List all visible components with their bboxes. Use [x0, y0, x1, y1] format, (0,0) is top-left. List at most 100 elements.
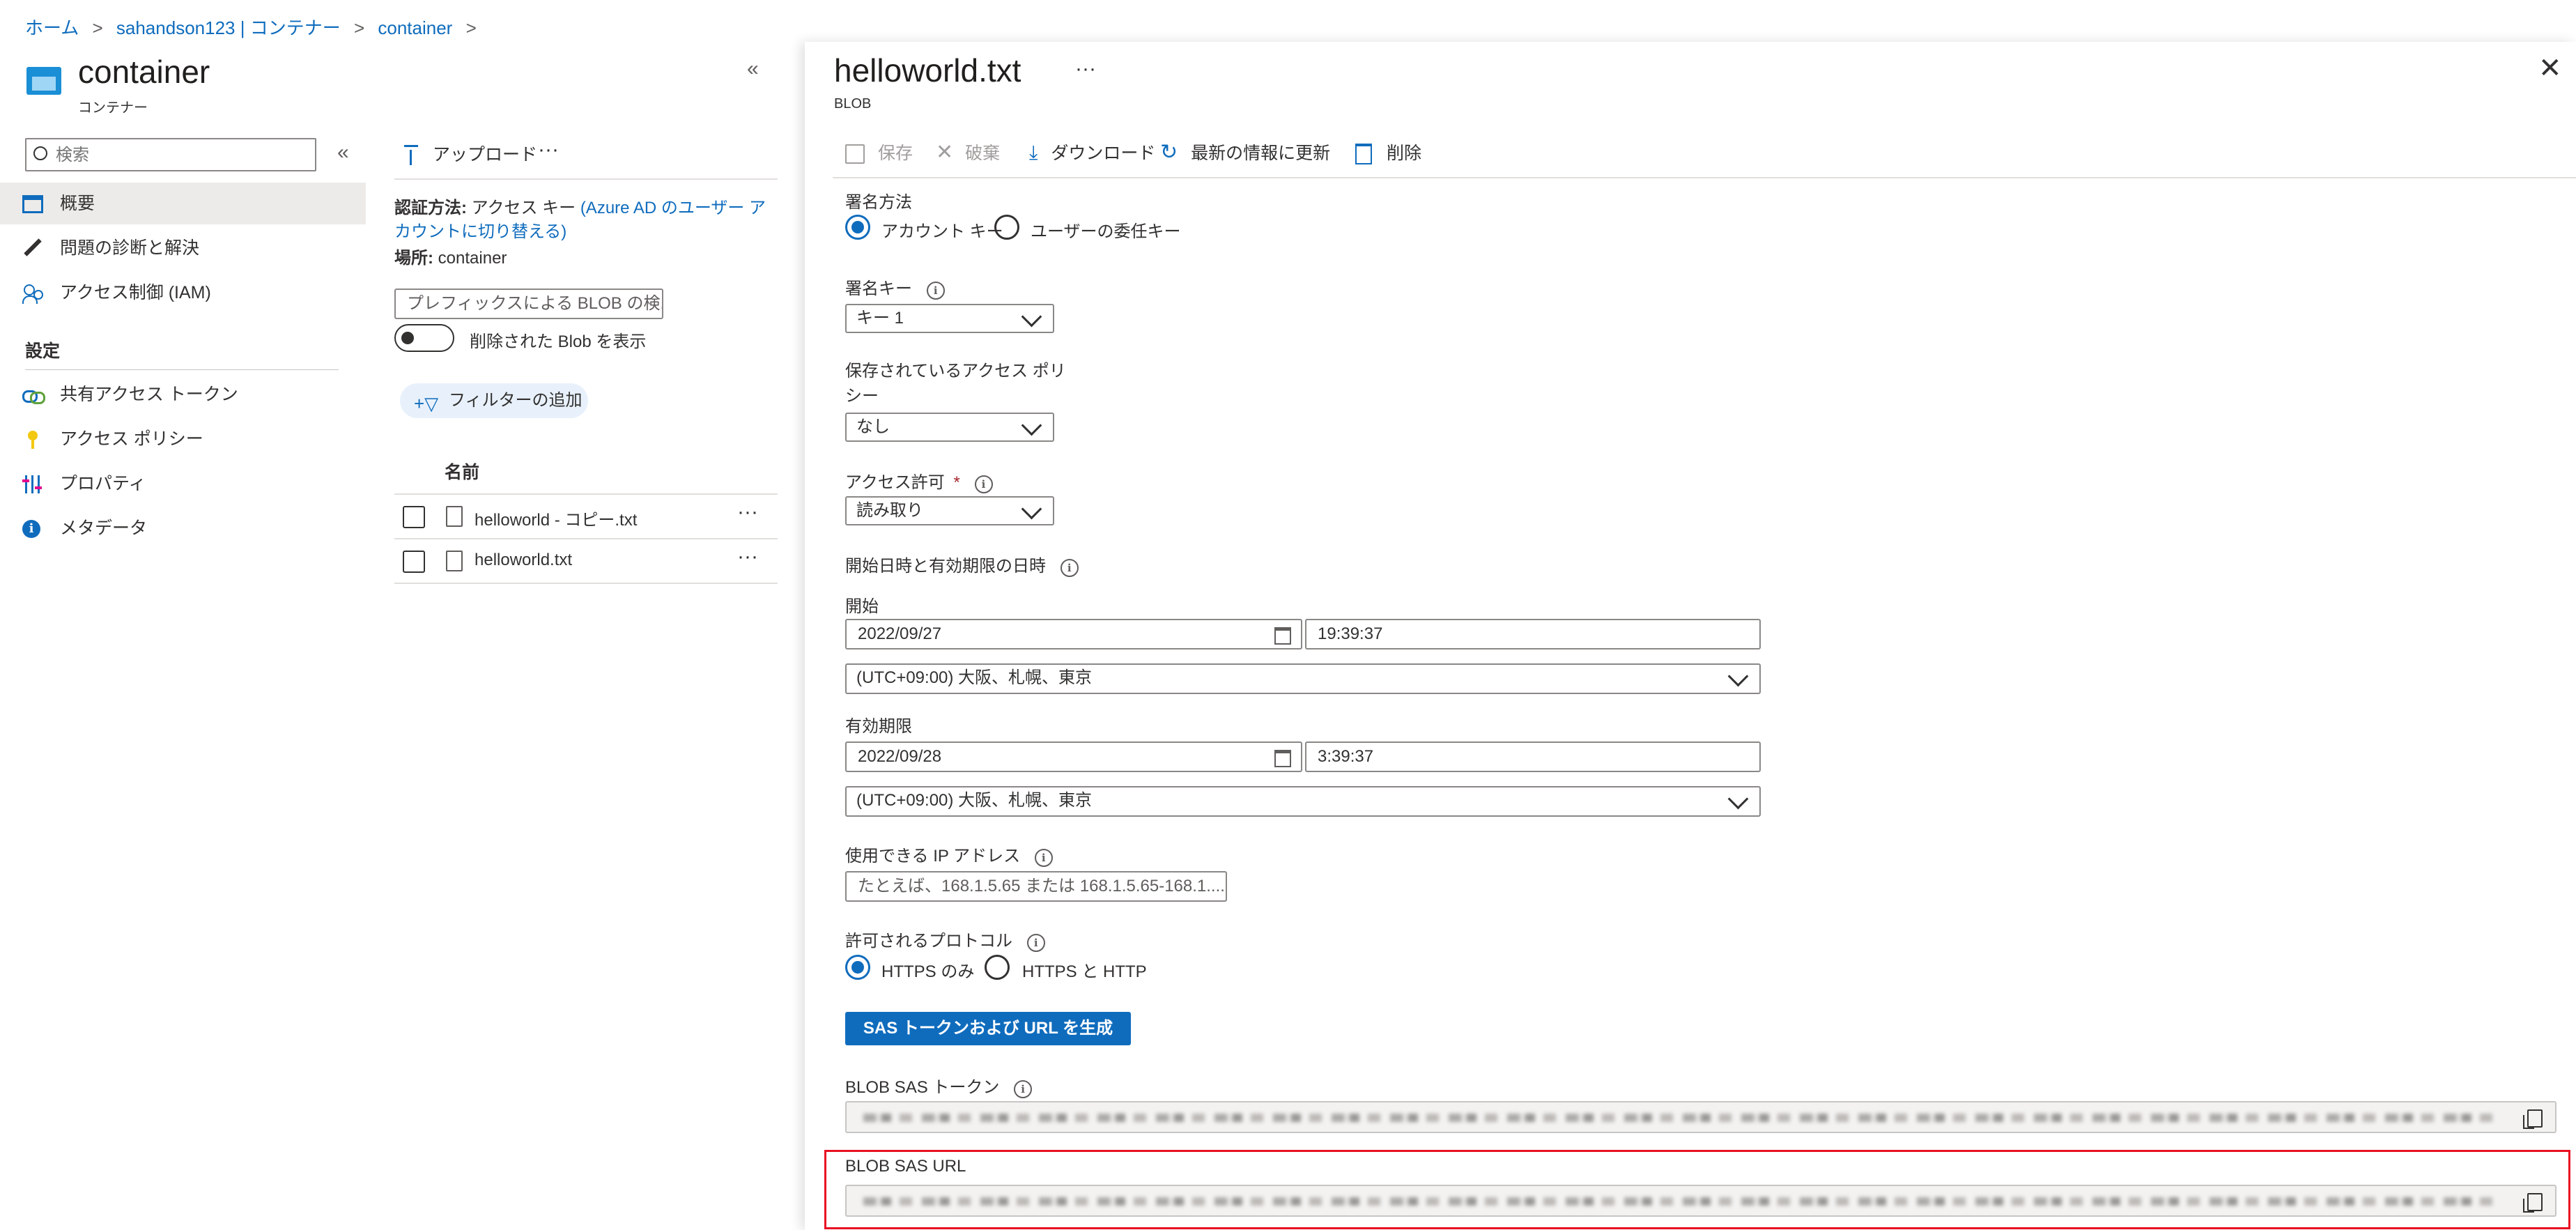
- link-icon: [22, 386, 45, 404]
- breadcrumb-home[interactable]: ホーム: [25, 17, 79, 38]
- generate-sas-button[interactable]: SAS トークンおよび URL を生成: [845, 1012, 1131, 1045]
- info-icon[interactable]: i: [1026, 934, 1045, 952]
- radio-https-and-http[interactable]: [985, 955, 1010, 980]
- discard-icon: ✕: [936, 141, 954, 164]
- copy-icon[interactable]: [2523, 1109, 2543, 1129]
- row-more-button[interactable]: ···: [737, 500, 758, 524]
- refresh-button[interactable]: ↻ 最新の情報に更新: [1160, 139, 1330, 164]
- start-label: 開始: [845, 597, 879, 616]
- info-icon[interactable]: i: [1034, 849, 1053, 867]
- signing-method-label: 署名方法: [845, 193, 912, 212]
- signing-key-label: 署名キー i: [845, 275, 945, 300]
- breadcrumb-storage-account[interactable]: sahandson123 | コンテナー: [116, 17, 341, 38]
- radio-account-key-label: アカウント キー: [881, 222, 1003, 241]
- copy-icon[interactable]: [2523, 1193, 2543, 1213]
- upload-label: アップロード: [432, 145, 537, 164]
- ip-label: 使用できる IP アドレス i: [845, 842, 1053, 867]
- sas-token-field[interactable]: [845, 1101, 2556, 1133]
- chevron-down-icon: [1021, 306, 1042, 328]
- wrench-icon: [24, 238, 42, 256]
- refresh-label: 最新の情報に更新: [1191, 144, 1331, 163]
- search-input[interactable]: [54, 144, 308, 167]
- protocol-label: 許可されるプロトコル i: [845, 927, 1045, 952]
- sidebar-item-iam[interactable]: アクセス制御 (IAM): [0, 272, 366, 314]
- blob-name[interactable]: helloworld.txt: [475, 551, 572, 570]
- expiry-time-input[interactable]: 3:39:37: [1305, 741, 1761, 772]
- chevron-down-icon: [1727, 788, 1749, 810]
- sas-url-field[interactable]: [845, 1185, 2556, 1217]
- auth-label: 認証方法:: [394, 199, 467, 217]
- file-icon: [446, 551, 463, 571]
- start-time-input[interactable]: 19:39:37: [1305, 619, 1761, 649]
- delete-button[interactable]: 削除: [1355, 139, 1421, 165]
- close-icon[interactable]: ✕: [2538, 54, 2562, 82]
- radio-https-only[interactable]: [845, 955, 870, 980]
- chevron-down-icon: [1021, 498, 1042, 520]
- info-icon[interactable]: i: [1014, 1080, 1033, 1098]
- row-more-button[interactable]: ···: [737, 545, 758, 569]
- add-filter-button[interactable]: +▽ フィルターの追加: [400, 383, 588, 418]
- toggle-knob: [401, 332, 414, 344]
- blob-name[interactable]: helloworld - コピー.txt: [475, 506, 637, 530]
- table-row[interactable]: helloworld - コピー.txt ···: [394, 495, 778, 539]
- row-checkbox[interactable]: [403, 506, 425, 528]
- permissions-text: アクセス許可: [845, 473, 945, 492]
- sidebar-search[interactable]: [25, 138, 316, 171]
- expiry-date-input[interactable]: 2022/09/28: [845, 741, 1302, 772]
- radio-https-only-label: HTTPS のみ: [881, 962, 975, 981]
- download-icon: ⤓: [1029, 141, 1038, 163]
- auth-value: アクセス キー: [471, 199, 576, 217]
- sidebar-item-metadata[interactable]: i メタデータ: [0, 507, 366, 549]
- save-button[interactable]: 保存: [845, 139, 913, 164]
- panel-more-button[interactable]: ···: [1075, 57, 1096, 81]
- save-icon: [845, 144, 865, 164]
- info-icon[interactable]: i: [1060, 559, 1079, 577]
- show-deleted-toggle[interactable]: [394, 324, 454, 352]
- chevron-right-icon: >: [353, 17, 365, 38]
- sidebar-item-label: 概要: [60, 194, 95, 213]
- calendar-icon: [1274, 627, 1291, 645]
- toolbar-divider: [833, 177, 2576, 178]
- collapse-blade-icon[interactable]: «: [747, 57, 759, 81]
- chevron-down-icon: [1727, 666, 1749, 687]
- stored-policy-select[interactable]: なし: [845, 413, 1054, 442]
- info-icon[interactable]: i: [974, 475, 993, 493]
- table-row[interactable]: helloworld.txt ···: [394, 539, 778, 584]
- protocol-text: 許可されるプロトコル: [845, 932, 1012, 951]
- upload-button[interactable]: アップロード: [404, 141, 537, 167]
- row-checkbox[interactable]: [403, 551, 425, 573]
- panel-title: helloworld.txt: [834, 52, 1021, 89]
- expiry-timezone-select[interactable]: (UTC+09:00) 大阪、札幌、東京: [845, 786, 1761, 817]
- sidebar-item-access-policy[interactable]: アクセス ポリシー: [0, 418, 366, 460]
- sidebar-item-shared-access-token[interactable]: 共有アクセス トークン: [0, 374, 366, 415]
- collapse-sidebar-icon[interactable]: «: [337, 141, 349, 164]
- permissions-select[interactable]: 読み取り: [845, 496, 1054, 525]
- panel-subtitle: BLOB: [834, 96, 872, 112]
- stored-policy-label-line1: 保存されているアクセス ポリ: [845, 362, 1066, 380]
- radio-account-key[interactable]: [845, 215, 870, 240]
- list-more-button[interactable]: ···: [538, 138, 559, 162]
- signing-key-select[interactable]: キー 1: [845, 304, 1054, 333]
- sidebar-item-properties[interactable]: プロパティ: [0, 463, 366, 505]
- info-icon[interactable]: i: [926, 282, 945, 300]
- sidebar-item-label: アクセス ポリシー: [60, 429, 203, 449]
- ip-input[interactable]: たとえば、168.1.5.65 または 168.1.5.65-168.1....: [845, 871, 1227, 902]
- upload-icon: [404, 144, 418, 167]
- prefix-search-input[interactable]: プレフィックスによる BLOB の検...: [394, 289, 663, 319]
- download-button[interactable]: ⤓ ダウンロード: [1029, 139, 1155, 164]
- sidebar-item-label: 問題の診断と解決: [60, 238, 200, 258]
- chevron-down-icon: [1021, 415, 1042, 436]
- breadcrumb-container[interactable]: container: [378, 17, 452, 38]
- discard-label: 破棄: [965, 144, 1001, 163]
- properties-icon: [22, 475, 43, 493]
- start-timezone-select[interactable]: (UTC+09:00) 大阪、札幌、東京: [845, 663, 1761, 694]
- start-date-input[interactable]: 2022/09/27: [845, 619, 1302, 649]
- radio-user-delegation-key[interactable]: [994, 215, 1019, 240]
- sidebar-item-label: 共有アクセス トークン: [60, 385, 238, 404]
- auth-method: 認証方法: アクセス キー (Azure AD のユーザー アカウントに切り替え…: [394, 197, 778, 244]
- sidebar-item-overview[interactable]: 概要: [0, 183, 366, 224]
- discard-button[interactable]: ✕ 破棄: [936, 139, 1000, 164]
- sidebar-item-diagnose[interactable]: 問題の診断と解決: [0, 227, 366, 269]
- section-divider: [25, 369, 339, 370]
- column-header-name[interactable]: 名前: [445, 459, 479, 484]
